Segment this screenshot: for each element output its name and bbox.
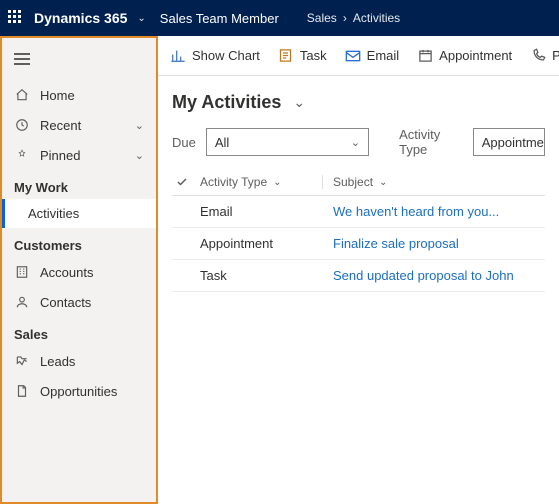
calendar-icon	[417, 48, 433, 64]
page-title[interactable]: My Activities ⌄	[172, 92, 545, 113]
select-all-check[interactable]	[176, 176, 200, 188]
chevron-down-icon: ⌄	[351, 136, 360, 149]
subject-link[interactable]: Finalize sale proposal	[333, 236, 459, 251]
grid-row[interactable]: Appointment Finalize sale proposal	[172, 228, 545, 260]
person-icon	[14, 294, 30, 310]
subapp-label[interactable]: Sales Team Member	[160, 11, 279, 26]
sidebar-item-label: Accounts	[40, 265, 93, 280]
subject-link[interactable]: Send updated proposal to John	[333, 268, 514, 283]
activity-type-select[interactable]: Appointment,C	[473, 128, 545, 156]
global-topbar: Dynamics 365 ⌄ Sales Team Member Sales ›…	[0, 0, 559, 36]
sidebar-item-activities[interactable]: Activities	[2, 199, 156, 228]
home-icon	[14, 87, 30, 103]
grid-header: Activity Type ⌄ Subject ⌄	[172, 169, 545, 196]
activity-type-label: Activity Type	[399, 127, 463, 157]
grid-row[interactable]: Email We haven't heard from you...	[172, 196, 545, 228]
breadcrumb: Sales › Activities	[307, 11, 400, 25]
chevron-down-icon[interactable]: ⌄	[137, 13, 145, 24]
due-label: Due	[172, 135, 196, 150]
cmd-show-chart[interactable]: Show Chart	[170, 48, 260, 64]
cmd-appointment[interactable]: Appointment	[417, 48, 512, 64]
sidebar-group-mywork: My Work	[2, 170, 156, 199]
col-subject[interactable]: Subject ⌄	[333, 175, 545, 189]
sidebar-item-opportunities[interactable]: Opportunities	[2, 376, 156, 406]
chevron-down-icon: ⌄	[135, 149, 144, 162]
task-icon	[278, 48, 294, 64]
sidebar-item-pinned[interactable]: Pinned ⌄	[2, 140, 156, 170]
sidebar-item-accounts[interactable]: Accounts	[2, 257, 156, 287]
chevron-down-icon: ⌄	[379, 177, 387, 188]
command-bar: Show Chart Task Email Appointment	[158, 36, 559, 76]
main-area: Show Chart Task Email Appointment	[158, 36, 559, 504]
app-launcher-icon[interactable]	[8, 10, 24, 26]
cmd-phone-call[interactable]: Phone Call	[530, 48, 559, 64]
grid-row[interactable]: Task Send updated proposal to John	[172, 260, 545, 292]
sidebar-item-label: Contacts	[40, 295, 91, 310]
subject-link[interactable]: We haven't heard from you...	[333, 204, 499, 219]
cmd-email[interactable]: Email	[345, 48, 400, 64]
col-activity-type[interactable]: Activity Type ⌄	[200, 175, 322, 189]
building-icon	[14, 264, 30, 280]
due-select[interactable]: All ⌄	[206, 128, 369, 156]
clock-icon	[14, 117, 30, 133]
pin-icon	[14, 147, 30, 163]
email-icon	[345, 48, 361, 64]
chevron-down-icon: ⌄	[135, 119, 144, 132]
chevron-down-icon: ⌄	[273, 177, 281, 188]
chart-icon	[170, 48, 186, 64]
sidebar-item-label: Opportunities	[40, 384, 117, 399]
sidebar-item-home[interactable]: Home	[2, 80, 156, 110]
left-sidebar: Home Recent ⌄ Pinned ⌄ My Work Activitie…	[0, 36, 158, 504]
hamburger-icon[interactable]	[14, 53, 146, 65]
cmd-task[interactable]: Task	[278, 48, 327, 64]
sidebar-item-recent[interactable]: Recent ⌄	[2, 110, 156, 140]
sidebar-item-leads[interactable]: Leads	[2, 346, 156, 376]
sidebar-item-label: Home	[40, 88, 75, 103]
breadcrumb-leaf[interactable]: Activities	[353, 11, 400, 25]
breadcrumb-root[interactable]: Sales	[307, 11, 337, 25]
leads-icon	[14, 353, 30, 369]
sidebar-item-label: Activities	[28, 206, 79, 221]
document-icon	[14, 383, 30, 399]
phone-icon	[530, 48, 546, 64]
sidebar-item-label: Leads	[40, 354, 75, 369]
filter-row: Due All ⌄ Activity Type Appointment,C	[172, 127, 545, 157]
sidebar-item-contacts[interactable]: Contacts	[2, 287, 156, 317]
sidebar-group-sales: Sales	[2, 317, 156, 346]
sidebar-item-label: Recent	[40, 118, 81, 133]
chevron-right-icon: ›	[343, 11, 347, 25]
brand-label[interactable]: Dynamics 365	[34, 10, 127, 26]
sidebar-group-customers: Customers	[2, 228, 156, 257]
chevron-down-icon: ⌄	[293, 94, 305, 111]
sidebar-item-label: Pinned	[40, 148, 80, 163]
